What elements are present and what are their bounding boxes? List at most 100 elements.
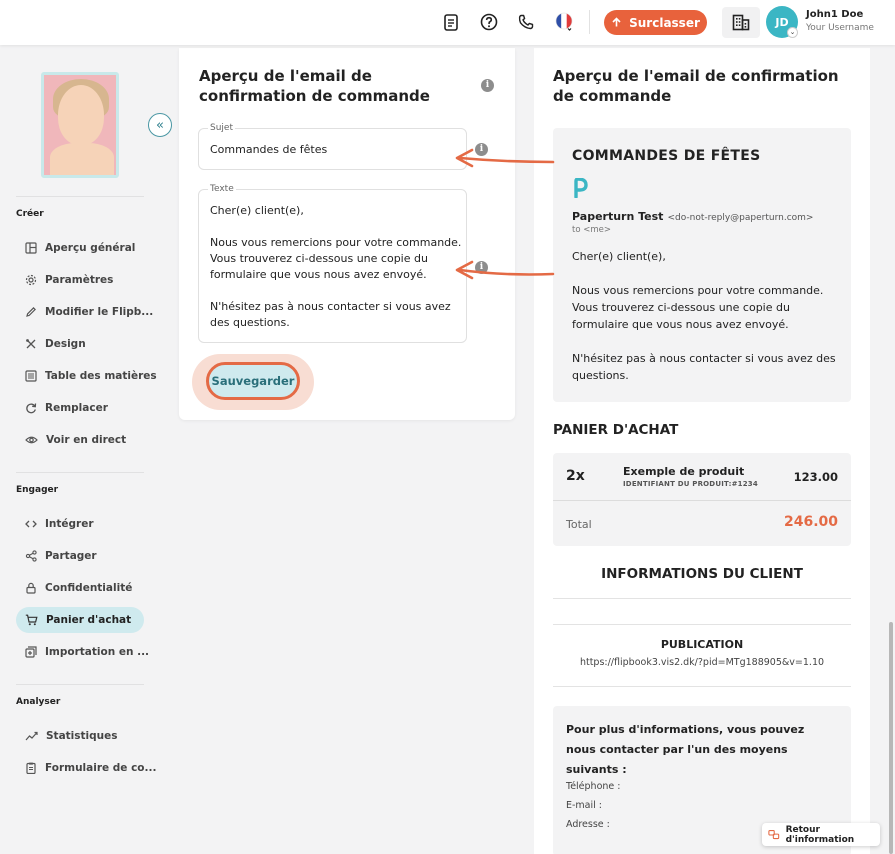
divider — [553, 598, 851, 599]
flag-fr-icon[interactable] — [554, 12, 574, 32]
info-icon[interactable]: i — [475, 143, 488, 156]
text-label: Texte — [208, 184, 236, 194]
cover-face — [58, 85, 104, 145]
eye-icon — [25, 436, 38, 444]
sidebar-item-embed[interactable]: Intégrer — [16, 511, 144, 537]
sidebar-item-label: Voir en direct — [46, 434, 127, 446]
upgrade-label: Surclasser — [629, 15, 700, 30]
sidebar-item-share[interactable]: Partager — [16, 543, 144, 569]
scrollbar-thumb[interactable] — [889, 622, 893, 854]
contact-email-label: E-mail : — [566, 800, 603, 811]
sidebar-item-table-of-contents[interactable]: Table des matières — [16, 363, 157, 389]
sidebar-section-analyze: Analyser — [16, 697, 61, 707]
gear-icon — [25, 274, 37, 286]
sidebar-item-shopping-cart[interactable]: Panier d'achat — [16, 607, 144, 633]
sidebar-item-label: Panier d'achat — [46, 614, 132, 626]
email-body: Cher(e) client(e), Nous vous remercions … — [572, 250, 836, 382]
text-textarea[interactable]: Cher(e) client(e), Nous vous remercions … — [210, 203, 462, 331]
document-icon[interactable] — [441, 12, 461, 32]
sidebar-divider — [16, 684, 144, 685]
cart-divider — [553, 500, 851, 501]
client-info-title: INFORMATIONS DU CLIENT — [601, 566, 803, 582]
sidebar-item-label: Confidentialité — [45, 582, 133, 594]
cart-title: PANIER D'ACHAT — [553, 422, 679, 438]
subject-label: Sujet — [208, 123, 235, 133]
cart-item-id: IDENTIFIANT DU PRODUIT:#1234 — [623, 480, 758, 488]
sidebar-item-edit-flipbook[interactable]: Modifier le Flipb... — [16, 299, 153, 325]
cart-total-value: 246.00 — [783, 514, 838, 530]
contact-lead-text: Pour plus d'informations, vous pouvez no… — [566, 723, 805, 776]
sidebar-item-label: Importation en ... — [45, 646, 150, 658]
cart-item-name: Exemple de produit — [623, 465, 745, 478]
subject-field[interactable]: Sujet Commandes de fêtes — [198, 123, 467, 170]
upgrade-button[interactable]: Surclasser — [604, 10, 707, 35]
help-icon[interactable] — [479, 12, 499, 32]
publication-url: https://flipbook3.vis2.dk/?pid=MTg188905… — [579, 657, 825, 668]
sidebar-item-label: Design — [45, 338, 86, 350]
layout-icon — [25, 242, 37, 254]
paperturn-logo-icon — [574, 177, 588, 202]
save-button[interactable]: Sauvegarder — [206, 362, 300, 400]
sidebar-item-replace[interactable]: Remplacer — [16, 395, 144, 421]
sidebar-item-contact-form[interactable]: Formulaire de co... — [16, 755, 157, 781]
sidebar-item-statistics[interactable]: Statistiques — [16, 723, 144, 749]
subject-input[interactable]: Commandes de fêtes — [210, 142, 327, 158]
organization-button[interactable] — [722, 7, 760, 38]
sidebar-item-settings[interactable]: Paramètres — [16, 267, 144, 293]
contact-address-label: Adresse : — [566, 819, 610, 830]
info-icon[interactable]: i — [475, 261, 488, 274]
user-name: John1 Doe — [806, 9, 864, 20]
save-button-highlight: Sauvegarder — [192, 354, 314, 410]
top-bar: Surclasser JD ⌄ John1 Doe Your Username — [0, 0, 895, 45]
sidebar-item-label: Remplacer — [45, 402, 108, 414]
cart-total-label: Total — [566, 518, 592, 531]
sidebar-item-label: Intégrer — [45, 518, 94, 530]
text-field[interactable]: Texte Cher(e) client(e), Nous vous remer… — [198, 184, 467, 343]
sidebar-item-label: Modifier le Flipb... — [45, 306, 154, 318]
pencil-icon — [26, 307, 36, 317]
sidebar-item-design[interactable]: Design — [16, 331, 144, 357]
cover-body — [50, 143, 114, 175]
chart-line-icon — [25, 731, 38, 741]
sidebar-item-view-live[interactable]: Voir en direct — [16, 427, 144, 453]
sidebar-item-label: Formulaire de co... — [45, 762, 157, 774]
cart-item-quantity: 2x — [566, 468, 585, 484]
phone-icon[interactable] — [516, 12, 536, 32]
email-recipient: to <me> — [572, 225, 611, 235]
user-username: Your Username — [806, 23, 874, 33]
email-editor-card: Aperçu de l'email de confirmation de com… — [179, 48, 515, 420]
feedback-button[interactable]: Retour d'information — [762, 823, 880, 846]
divider — [553, 686, 851, 687]
feedback-label: Retour d'information — [785, 824, 855, 845]
building-icon — [732, 14, 750, 31]
email-preview-panel: Aperçu de l'email de confirmation de com… — [534, 48, 870, 854]
cart-summary: 2x Exemple de produit IDENTIFIANT DU PRO… — [553, 453, 851, 546]
sidebar-item-label: Aperçu général — [45, 242, 136, 254]
save-button-label: Sauvegarder — [211, 374, 295, 388]
sidebar-item-overview[interactable]: Aperçu général — [16, 235, 144, 261]
sender-address: <do-not-reply@paperturn.com> — [667, 213, 814, 223]
share-icon — [25, 550, 37, 562]
import-icon — [25, 646, 37, 658]
sidebar-item-label: Table des matières — [45, 370, 157, 382]
flipbook-cover-thumbnail[interactable] — [41, 72, 119, 178]
email-heading: COMMANDES DE FÊTES — [572, 148, 761, 164]
chevron-down-icon[interactable]: ⌄ — [787, 27, 798, 38]
code-icon — [25, 520, 37, 528]
contact-phone-label: Téléphone : — [566, 781, 621, 792]
sidebar-divider — [16, 196, 144, 197]
refresh-icon — [26, 403, 37, 414]
preview-title: Aperçu de l'email de confirmation de com… — [553, 67, 839, 105]
collapse-sidebar-button[interactable]: « — [148, 113, 172, 137]
editor-title: Aperçu de l'email de confirmation de com… — [199, 67, 430, 105]
email-preview-box: COMMANDES DE FÊTES Paperturn Test <do-not… — [553, 128, 851, 402]
email-sender: Paperturn Test <do-not-reply@paperturn.co… — [572, 210, 813, 223]
info-icon[interactable]: i — [481, 79, 494, 92]
sidebar-item-privacy[interactable]: Confidentialité — [16, 575, 144, 601]
sidebar-item-import[interactable]: Importation en ... — [16, 639, 149, 665]
sidebar-section-create: Créer — [16, 209, 44, 219]
cart-item-price: 123.00 — [793, 470, 838, 484]
sidebar-divider — [16, 472, 144, 473]
arrow-up-icon — [612, 17, 621, 27]
sidebar-item-label: Partager — [45, 550, 97, 562]
